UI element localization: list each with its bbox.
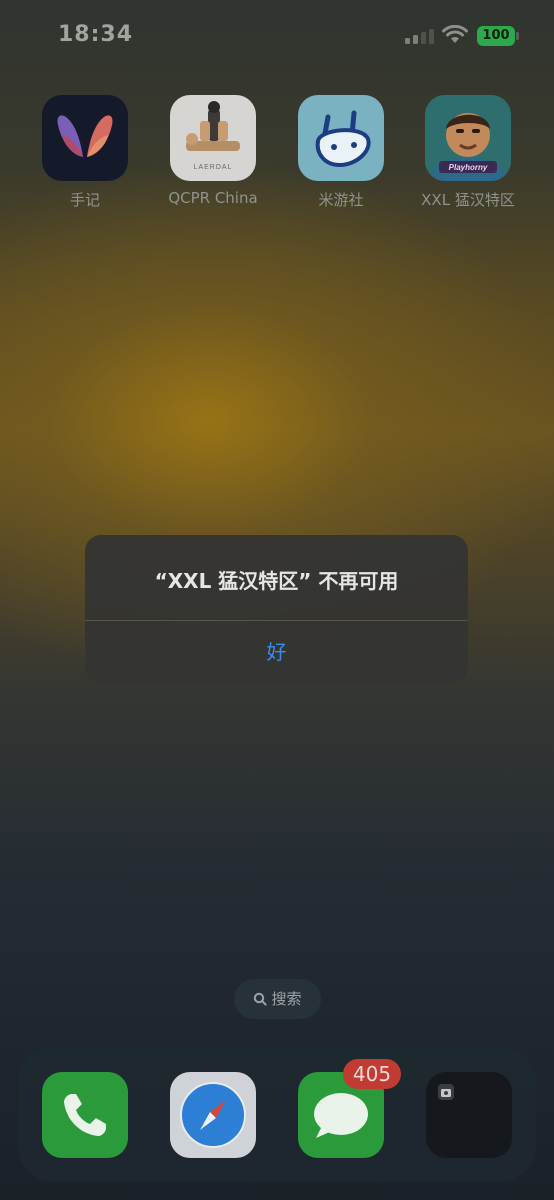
- safari-compass-icon: [180, 1082, 246, 1148]
- alert-dialog: “XXL 猛汉特区” 不再可用 好: [85, 535, 468, 683]
- camera-icon: [438, 1084, 454, 1100]
- journal-app-icon[interactable]: [42, 95, 128, 181]
- search-icon: [254, 992, 268, 1006]
- camera-folder-app[interactable]: [426, 1072, 512, 1158]
- cellular-signal-icon: [405, 28, 435, 44]
- qcpr-app-icon[interactable]: LAERDAL: [170, 95, 256, 181]
- miyoushe-app-icon[interactable]: [298, 95, 384, 181]
- search-label: 搜索: [271, 990, 302, 1008]
- dialog-ok-button[interactable]: 好: [85, 621, 468, 683]
- app-label: XXL 猛汉特区: [421, 191, 515, 209]
- status-bar: 18:34 100: [0, 0, 554, 72]
- wifi-icon: [442, 25, 468, 43]
- app-qcpr[interactable]: LAERDAL QCPR China: [148, 95, 278, 207]
- dock: [18, 1046, 536, 1182]
- messages-badge: 405: [343, 1059, 401, 1089]
- app-label: QCPR China: [168, 189, 258, 207]
- app-label: 手记: [69, 191, 100, 209]
- xxl-icon-text: Playhorny: [449, 163, 488, 172]
- status-time: 18:34: [58, 22, 134, 47]
- app-miyoushe[interactable]: 米游社: [276, 95, 406, 210]
- battery-indicator: 100: [477, 26, 515, 46]
- safari-app[interactable]: [170, 1072, 256, 1158]
- app-shouji[interactable]: 手记: [20, 95, 150, 210]
- qcpr-icon-text: LAERDAL: [194, 164, 233, 171]
- dialog-title: “XXL 猛汉特区” 不再可用: [154, 569, 399, 593]
- spotlight-search-button[interactable]: 搜索: [234, 979, 321, 1019]
- app-label: 米游社: [318, 191, 364, 209]
- battery-cap: [516, 32, 519, 40]
- xxl-app-icon[interactable]: Playhorny: [425, 95, 511, 181]
- phone-icon: [64, 1094, 106, 1136]
- phone-app[interactable]: [42, 1072, 128, 1158]
- app-xxl[interactable]: Playhorny XXL 猛汉特区: [403, 95, 533, 210]
